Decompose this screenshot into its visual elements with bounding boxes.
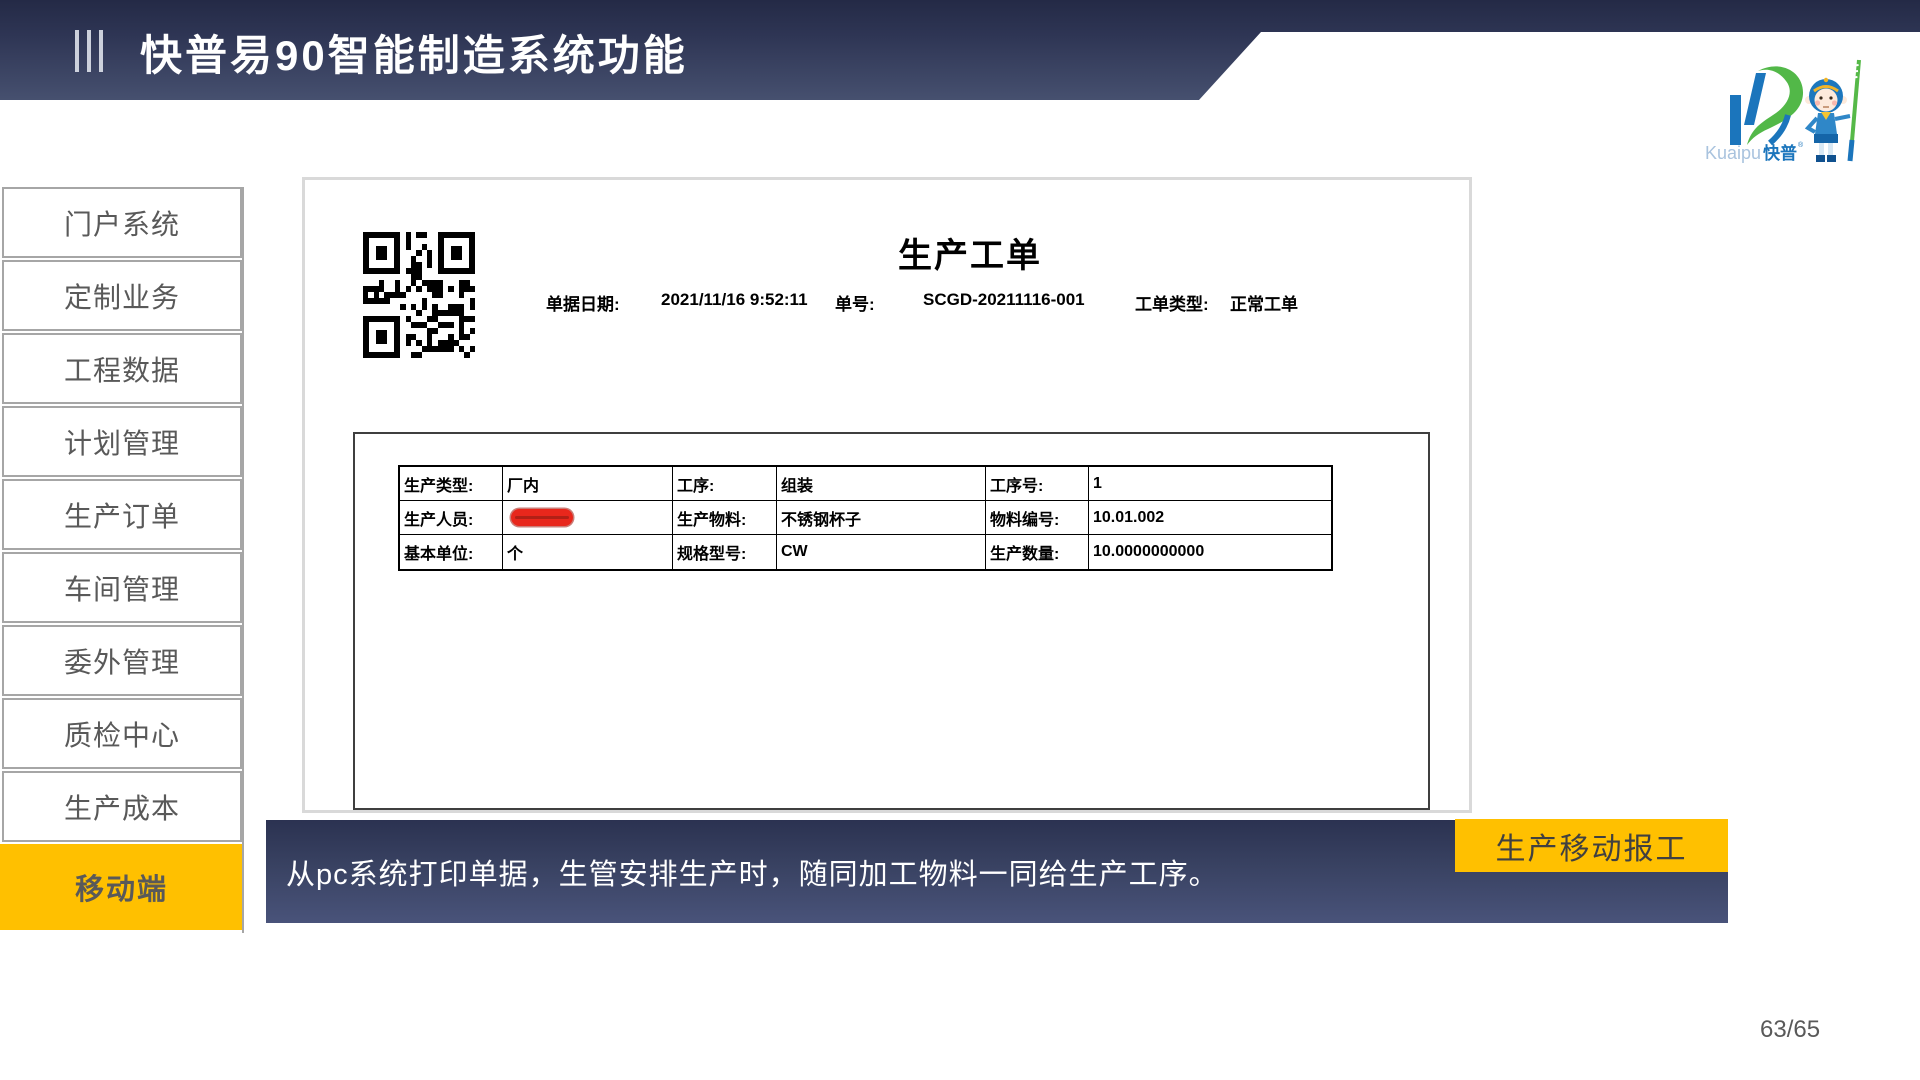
sidebar-item-prod-cost[interactable]: 生产成本 — [2, 771, 242, 842]
table-label: 生产类型: — [400, 467, 503, 501]
meta-type-value: 正常工单 — [1230, 290, 1298, 315]
table-value: CW — [777, 535, 986, 569]
table-value: 组装 — [777, 467, 986, 501]
sidebar-item-prod-order[interactable]: 生产订单 — [2, 479, 242, 550]
slide: { "colors": { "header_navy_top": "#242a4… — [0, 0, 1920, 1080]
table-value: 个 — [503, 535, 673, 569]
header-banner: 快普易90智能制造系统功能 — [0, 0, 1920, 100]
table-label: 规格型号: — [673, 535, 777, 569]
qr-code — [363, 232, 475, 358]
meta-no-value: SCGD-20211116-001 — [923, 290, 1085, 310]
triple-bars-icon — [75, 30, 107, 72]
meta-date-label: 单据日期: — [546, 290, 620, 315]
sidebar-item-engineering[interactable]: 工程数据 — [2, 333, 242, 404]
sidebar-item-mobile-active[interactable]: 移动端 — [0, 844, 243, 930]
table-value: 不锈钢杯子 — [777, 501, 986, 535]
table-label: 生产数量: — [986, 535, 1089, 569]
reg-mark: ® — [1798, 141, 1804, 149]
table-value: 1 — [1089, 467, 1331, 501]
page-title: 快普易90智能制造系统功能 — [140, 22, 688, 83]
work-order-panel: 生产工单 单据日期: 2021/11/16 9:52:11 单号: SCGD-2… — [302, 177, 1472, 813]
meta-type-label: 工单类型: — [1135, 290, 1209, 315]
caption-text: 从pc系统打印单据，生管安排生产时，随同加工物料一同给生产工序。 — [266, 851, 1219, 893]
sidebar-item-qc[interactable]: 质检中心 — [2, 698, 242, 769]
table-value: 10.0000000000 — [1089, 535, 1331, 569]
table-label: 工序号: — [986, 467, 1089, 501]
table-label: 物料编号: — [986, 501, 1089, 535]
table-value: 10.01.002 — [1089, 501, 1331, 535]
brand-latin: Kuaipu — [1705, 143, 1761, 163]
table-label: 基本单位: — [400, 535, 503, 569]
table-value: 厂内 — [503, 467, 673, 501]
document-frame: 生产类型: 厂内 工序: 组装 工序号: 1 生产人员: 生产物料: 不锈钢杯子… — [353, 432, 1430, 810]
sidebar-item-outsourcing[interactable]: 委外管理 — [2, 625, 242, 696]
meta-no-label: 单号: — [835, 290, 875, 315]
kuaipu-logo: Kuaipu 快普 ® — [1697, 55, 1875, 169]
sidebar-item-planning[interactable]: 计划管理 — [2, 406, 242, 477]
table-label: 生产物料: — [673, 501, 777, 535]
red-scribble-redaction — [511, 509, 573, 526]
sidebar-item-workshop[interactable]: 车间管理 — [2, 552, 242, 623]
document-title: 生产工单 — [865, 228, 1075, 277]
page-number: 63/65 — [1760, 1016, 1820, 1044]
sidebar-divider — [242, 187, 244, 933]
kuaipu-logo-graphic: Kuaipu 快普 ® — [1697, 55, 1875, 169]
brand-cn: 快普 — [1763, 143, 1797, 163]
kp-mark — [1730, 66, 1803, 145]
sidebar-item-custom[interactable]: 定制业务 — [2, 260, 242, 331]
table-value-redacted — [503, 501, 673, 535]
table-label: 生产人员: — [400, 501, 503, 535]
section-badge: 生产移动报工 — [1455, 819, 1728, 872]
meta-date-value: 2021/11/16 9:52:11 — [661, 290, 808, 310]
mascot-monkey-king — [1805, 60, 1859, 162]
sidebar-item-portal[interactable]: 门户系统 — [2, 187, 242, 258]
work-order-table: 生产类型: 厂内 工序: 组装 工序号: 1 生产人员: 生产物料: 不锈钢杯子… — [398, 465, 1333, 571]
table-label: 工序: — [673, 467, 777, 501]
